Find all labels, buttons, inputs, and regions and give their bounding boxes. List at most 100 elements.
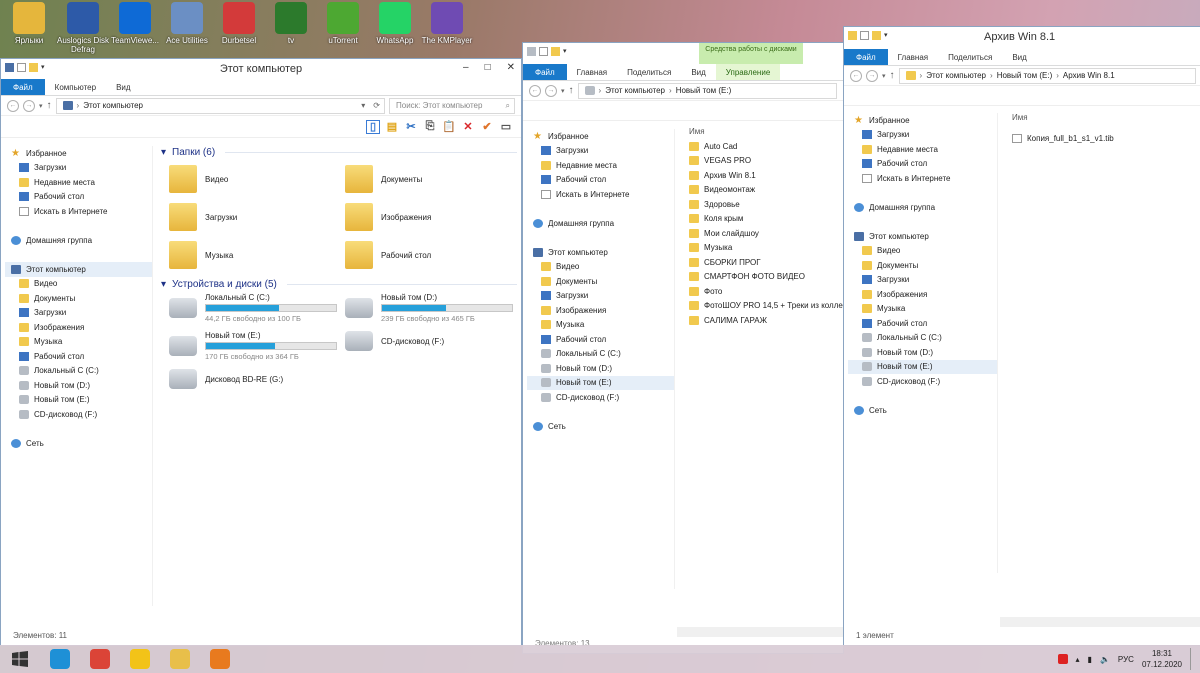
nav-item[interactable]: Музыка: [5, 335, 152, 350]
nav-item[interactable]: Документы: [527, 274, 674, 289]
nav-item[interactable]: ★ Избранное: [848, 113, 997, 128]
breadcrumb-volume-e[interactable]: Новый том (E:): [997, 71, 1053, 80]
address-bar[interactable]: › Этот компьютер › Новый том (E:) › Архи…: [898, 67, 1196, 84]
desktop-shortcut[interactable]: WhatsApp: [366, 2, 424, 45]
nav-item[interactable]: Загрузки: [848, 128, 997, 143]
nav-item[interactable]: Искать в Интернете: [5, 204, 152, 219]
title-bar[interactable]: ▾ Средства работы с дисками: [523, 43, 843, 64]
file-list-item[interactable]: Архив Win 8.1: [677, 168, 843, 183]
new-folder-icon[interactable]: [551, 47, 560, 56]
chevron-down-icon[interactable]: ▾: [884, 31, 893, 40]
nav-item[interactable]: Новый том (E:): [527, 375, 674, 390]
ribbon-tab[interactable]: Поделиться: [938, 49, 1002, 65]
nav-item[interactable]: Музыка: [527, 318, 674, 333]
details-pane-icon[interactable]: ▯: [366, 119, 380, 134]
nav-item[interactable]: Рабочий стол: [848, 316, 997, 331]
refresh-icon[interactable]: ⟳: [373, 101, 380, 110]
close-button[interactable]: ✕: [507, 62, 515, 73]
nav-item[interactable]: Загрузки: [5, 306, 152, 321]
antivirus-icon[interactable]: [1057, 654, 1068, 664]
nav-item[interactable]: Изображения: [527, 303, 674, 318]
file-list-item[interactable]: САЛИМА ГАРАЖ: [677, 313, 843, 328]
nav-item[interactable]: Изображения: [848, 287, 997, 302]
nav-item[interactable]: ★ Избранное: [527, 129, 674, 144]
breadcrumb-volume-e[interactable]: Новый том (E:): [676, 86, 732, 95]
file-list-item[interactable]: Мои слайдшоу: [677, 226, 843, 241]
nav-item[interactable]: Этот компьютер: [5, 262, 152, 277]
nav-item[interactable]: Рабочий стол: [527, 173, 674, 188]
nav-item[interactable]: Рабочий стол: [5, 349, 152, 364]
cut-icon[interactable]: ✂: [404, 120, 418, 134]
ribbon-tab[interactable]: Файл: [1, 79, 45, 95]
file-list-item[interactable]: Auto Cad: [677, 139, 843, 154]
nav-item[interactable]: Видео: [527, 260, 674, 275]
nav-item[interactable]: Искать в Интернете: [848, 171, 997, 186]
desktop-shortcut[interactable]: Durbetsel: [210, 2, 268, 45]
breadcrumb-this-pc[interactable]: Этот компьютер: [83, 101, 143, 110]
new-folder-icon[interactable]: [872, 31, 881, 40]
nav-item[interactable]: ★ Избранное: [5, 146, 152, 161]
file-list-item[interactable]: VEGAS PRO: [677, 154, 843, 169]
file-list-item[interactable]: ФотоШОУ PRO 14,5 + Треки из колле: [677, 299, 843, 314]
desktop-shortcut[interactable]: Ярлыки: [0, 2, 58, 45]
nav-item[interactable]: Новый том (D:): [5, 378, 152, 393]
maximize-button[interactable]: □: [485, 62, 491, 73]
nav-item[interactable]: Видео: [5, 277, 152, 292]
nav-item[interactable]: Локальный С (C:): [5, 364, 152, 379]
window-archive-win81[interactable]: ▾ Архив Win 8.1 Файл Главная Поделиться Вид…: [843, 26, 1200, 646]
chevron-up-icon[interactable]: ▴: [1076, 655, 1080, 664]
nav-item[interactable]: Недавние места: [5, 175, 152, 190]
address-bar[interactable]: › Этот компьютер › Новый том (E:): [577, 82, 837, 99]
nav-item[interactable]: Новый том (E:): [848, 359, 997, 374]
nav-item[interactable]: Искать в Интернете: [527, 187, 674, 202]
ribbon-tab[interactable]: Компьютер: [45, 79, 106, 95]
ribbon-tab[interactable]: Вид: [681, 64, 715, 80]
file-list-item[interactable]: СБОРКИ ПРОГ: [677, 255, 843, 270]
properties-icon[interactable]: [539, 47, 548, 56]
nav-item[interactable]: Домашняя группа: [848, 200, 997, 215]
nav-item[interactable]: Документы: [848, 258, 997, 273]
nav-item[interactable]: Локальный С (C:): [848, 331, 997, 346]
recent-dropdown-icon[interactable]: ▾: [561, 87, 565, 95]
nav-item[interactable]: Новый том (E:): [5, 393, 152, 408]
window-this-pc[interactable]: ▾ Этот компьютер – □ ✕ Файл Компьютер Вид …: [0, 58, 522, 646]
show-desktop-button[interactable]: [1190, 648, 1194, 670]
taskbar-app-button[interactable]: [160, 645, 200, 673]
breadcrumb-this-pc[interactable]: Этот компьютер: [926, 71, 986, 80]
up-button[interactable]: ↑: [890, 70, 895, 81]
nav-item[interactable]: Загрузки: [527, 144, 674, 159]
nav-item[interactable]: Загрузки: [848, 273, 997, 288]
nav-item[interactable]: Сеть: [527, 419, 674, 434]
folder-tile[interactable]: Музыка: [169, 241, 233, 269]
window-new-volume-e[interactable]: ▾ Средства работы с дисками Файл Главная П…: [522, 42, 844, 654]
desktop-shortcut[interactable]: uTorrent: [314, 2, 372, 45]
desktop-shortcut[interactable]: TeamViewe...: [106, 2, 164, 45]
volume-icon[interactable]: 🔈: [1100, 655, 1110, 664]
rename-icon[interactable]: ✔: [480, 120, 494, 134]
ribbon-tab[interactable]: Файл: [844, 49, 888, 65]
ribbon-tab[interactable]: Главная: [567, 64, 617, 80]
delete-icon[interactable]: ✕: [461, 120, 475, 134]
quick-access-toolbar[interactable]: ▾: [848, 31, 893, 40]
file-list-item[interactable]: Здоровье: [677, 197, 843, 212]
breadcrumb-archive[interactable]: Архив Win 8.1: [1063, 71, 1115, 80]
back-button[interactable]: ←: [850, 69, 862, 82]
back-button[interactable]: ←: [7, 99, 19, 112]
desktop-shortcut[interactable]: The KMPlayer: [418, 2, 476, 45]
network-icon[interactable]: ▮: [1088, 655, 1092, 664]
ribbon-tab[interactable]: Поделиться: [617, 64, 681, 80]
nav-item[interactable]: Изображения: [5, 320, 152, 335]
nav-item[interactable]: Сеть: [848, 403, 997, 418]
nav-item[interactable]: Видео: [848, 244, 997, 259]
ribbon-tab[interactable]: Вид: [106, 79, 140, 95]
file-list-item[interactable]: Коля крым: [677, 212, 843, 227]
nav-item[interactable]: Документы: [5, 291, 152, 306]
up-button[interactable]: ↑: [47, 100, 52, 111]
nav-item[interactable]: Этот компьютер: [848, 229, 997, 244]
column-header-name[interactable]: Имя: [1000, 109, 1200, 125]
quick-access-toolbar[interactable]: ▾: [527, 47, 572, 56]
minimize-button[interactable]: –: [463, 62, 469, 73]
file-list-item[interactable]: Фото: [677, 284, 843, 299]
taskbar-app-button[interactable]: [120, 645, 160, 673]
group-header-drives[interactable]: ▾ Устройства и диски (5): [161, 277, 517, 291]
